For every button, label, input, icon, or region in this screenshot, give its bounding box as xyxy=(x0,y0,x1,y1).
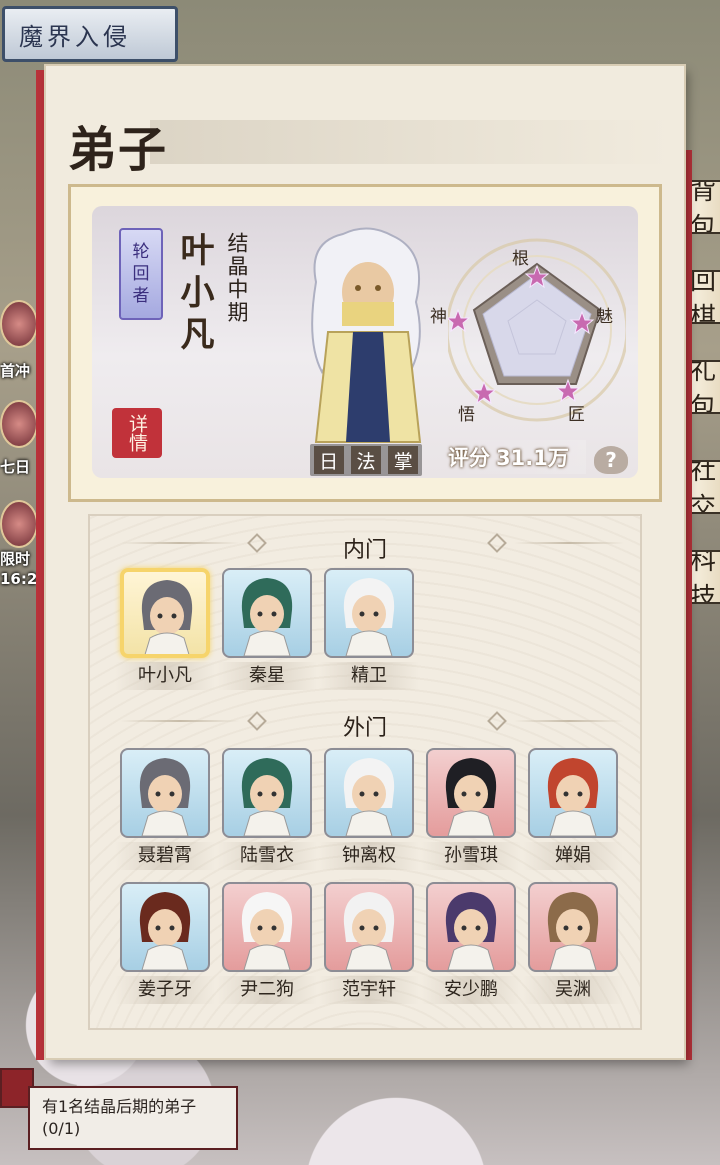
left-label-limited: 限时 xyxy=(0,550,31,568)
disciple-avatar xyxy=(139,758,191,836)
quest-tracker[interactable]: 有1名结晶后期的弟子 (0/1) xyxy=(28,1086,238,1150)
rank-badge-char-1: 轮 xyxy=(132,242,150,262)
left-label-seven: 七日 xyxy=(0,458,31,476)
outer-disciple-name: 聂碧霄 xyxy=(115,842,215,870)
outer-disciple-card[interactable] xyxy=(120,882,210,972)
first-recharge-icon[interactable] xyxy=(0,300,38,348)
radar-label-root: 根 xyxy=(512,249,529,269)
outer-disciple-card[interactable] xyxy=(528,882,618,972)
score-label: 评分 xyxy=(448,446,490,470)
skill-palm[interactable]: 掌 xyxy=(388,446,419,474)
disciple-avatar xyxy=(139,892,191,970)
outer-disciple-name: 安少鹏 xyxy=(421,976,521,1004)
inner-disciple-card[interactable] xyxy=(120,568,210,658)
panel-red-edge-right xyxy=(684,150,692,1060)
outer-disciple-name: 婵娟 xyxy=(523,842,623,870)
skill-bar: 日 法 掌 xyxy=(310,444,422,476)
page-title: 弟子 xyxy=(68,122,169,178)
disciple-avatar xyxy=(241,892,293,970)
inner-sect-title: 内门 xyxy=(342,538,387,563)
outer-disciple-name: 吴渊 xyxy=(523,976,623,1004)
outer-disciple-card[interactable] xyxy=(324,748,414,838)
quest-progress: (0/1) xyxy=(42,1119,81,1138)
inner-disciple-name: 精卫 xyxy=(319,662,419,690)
disciple-avatar xyxy=(241,578,293,656)
hero-name: 叶小凡 xyxy=(174,232,214,358)
event-banner[interactable]: 魔界入侵 xyxy=(2,6,178,62)
disciple-avatar xyxy=(547,892,599,970)
outer-disciple-name: 孙雪琪 xyxy=(421,842,521,870)
seven-day-icon[interactable] xyxy=(0,400,38,448)
rank-badge: 轮 回 者 xyxy=(119,228,163,320)
outer-disciple-name: 陆雪衣 xyxy=(217,842,317,870)
disciple-avatar xyxy=(343,892,395,970)
inner-divider-right xyxy=(514,542,624,544)
radar-label-charm: 魅 xyxy=(596,307,613,327)
outer-disciple-name: 范宇轩 xyxy=(319,976,419,1004)
hero-realm: 结晶中期 xyxy=(225,232,249,324)
quest-text: 有1名结晶后期的弟子 xyxy=(42,1097,197,1116)
disciple-avatar xyxy=(241,758,293,836)
limited-event-icon[interactable] xyxy=(0,500,38,548)
skill-sun[interactable]: 日 xyxy=(313,446,344,474)
outer-disciple-card[interactable] xyxy=(426,748,516,838)
outer-disciple-card[interactable] xyxy=(324,882,414,972)
radar-label-craft: 匠 xyxy=(568,405,585,425)
disciple-avatar xyxy=(547,758,599,836)
skill-law[interactable]: 法 xyxy=(350,446,381,474)
help-icon[interactable]: ? xyxy=(594,446,628,474)
disciple-avatar xyxy=(445,758,497,836)
inner-disciple-name: 秦星 xyxy=(217,662,317,690)
outer-disciple-name: 尹二狗 xyxy=(217,976,317,1004)
radar-label-spirit: 神 xyxy=(430,307,447,327)
outer-disciple-card[interactable] xyxy=(222,748,312,838)
disciple-avatar xyxy=(141,580,193,654)
score-value: 31.1万 xyxy=(496,446,569,470)
outer-disciple-name: 姜子牙 xyxy=(115,976,215,1004)
outer-disciple-card[interactable] xyxy=(222,882,312,972)
score-display: 评分 31.1万 xyxy=(448,440,586,474)
inner-disciple-card[interactable] xyxy=(222,568,312,658)
inner-disciple-card[interactable] xyxy=(324,568,414,658)
rank-badge-char-2: 回 xyxy=(132,264,150,284)
disciple-avatar xyxy=(445,892,497,970)
detail-button[interactable]: 详情 xyxy=(112,408,162,458)
outer-disciple-card[interactable] xyxy=(528,748,618,838)
radar-label-insight: 悟 xyxy=(458,405,475,425)
title-ink-stroke xyxy=(150,120,670,164)
outer-disciple-card[interactable] xyxy=(120,748,210,838)
inner-disciple-name: 叶小凡 xyxy=(115,662,215,690)
rank-badge-char-3: 者 xyxy=(132,286,150,306)
left-label-first: 首冲 xyxy=(0,362,31,380)
event-banner-label: 魔界入侵 xyxy=(19,22,131,51)
outer-disciple-name: 钟离权 xyxy=(319,842,419,870)
outer-disciple-card[interactable] xyxy=(426,882,516,972)
disciple-avatar xyxy=(343,758,395,836)
outer-divider-right xyxy=(514,720,624,722)
hero-portrait xyxy=(311,227,422,443)
disciple-avatar xyxy=(343,578,395,656)
outer-sect-title: 外门 xyxy=(342,716,387,741)
